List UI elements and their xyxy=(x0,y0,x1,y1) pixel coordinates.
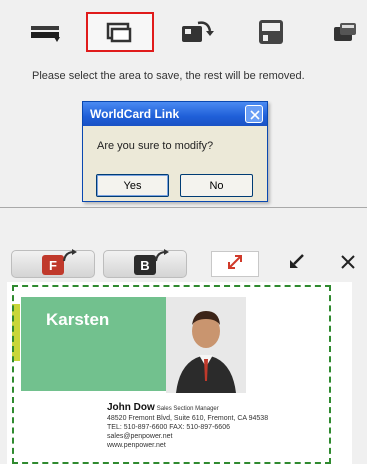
instruction-text: Please select the area to save, the rest… xyxy=(32,70,305,82)
dialog-message: Are you sure to modify? xyxy=(97,140,214,152)
ocr-button[interactable] xyxy=(251,12,291,52)
front-side-button[interactable]: F xyxy=(11,249,95,278)
rotate-90-button[interactable] xyxy=(178,12,218,52)
no-button[interactable]: No xyxy=(180,174,253,197)
dialog-title: WorldCard Link xyxy=(90,107,180,121)
crop-area-button[interactable] xyxy=(86,12,154,52)
export-button[interactable] xyxy=(327,12,363,52)
expand-icon xyxy=(225,253,245,276)
card-toolbar: F B xyxy=(0,238,367,288)
expand-button[interactable] xyxy=(211,251,259,277)
dialog-titlebar[interactable]: WorldCard Link xyxy=(83,102,267,126)
close-icon xyxy=(339,253,357,276)
export-icon xyxy=(332,20,358,44)
back-side-label: B xyxy=(134,255,156,275)
close-button[interactable] xyxy=(336,251,360,277)
scan-strip-icon xyxy=(21,21,61,43)
top-toolbar xyxy=(0,0,367,58)
collapse-button[interactable] xyxy=(285,251,309,277)
collapse-icon xyxy=(287,252,307,277)
back-side-button[interactable]: B xyxy=(103,249,187,278)
rotate-arrow-icon xyxy=(154,249,170,268)
crop-frame-icon xyxy=(105,21,135,43)
confirm-dialog: WorldCard Link Are you sure to modify? Y… xyxy=(82,101,268,202)
scan-area-button[interactable] xyxy=(18,12,64,52)
separator xyxy=(0,207,367,208)
yes-button[interactable]: Yes xyxy=(96,174,169,197)
selection-area[interactable] xyxy=(12,285,331,464)
rotate-arrow-icon xyxy=(62,249,78,268)
front-side-label: F xyxy=(42,255,64,275)
ocr-icon xyxy=(256,18,286,46)
dialog-close-button[interactable] xyxy=(245,105,263,123)
rotate-90-icon xyxy=(180,19,216,45)
